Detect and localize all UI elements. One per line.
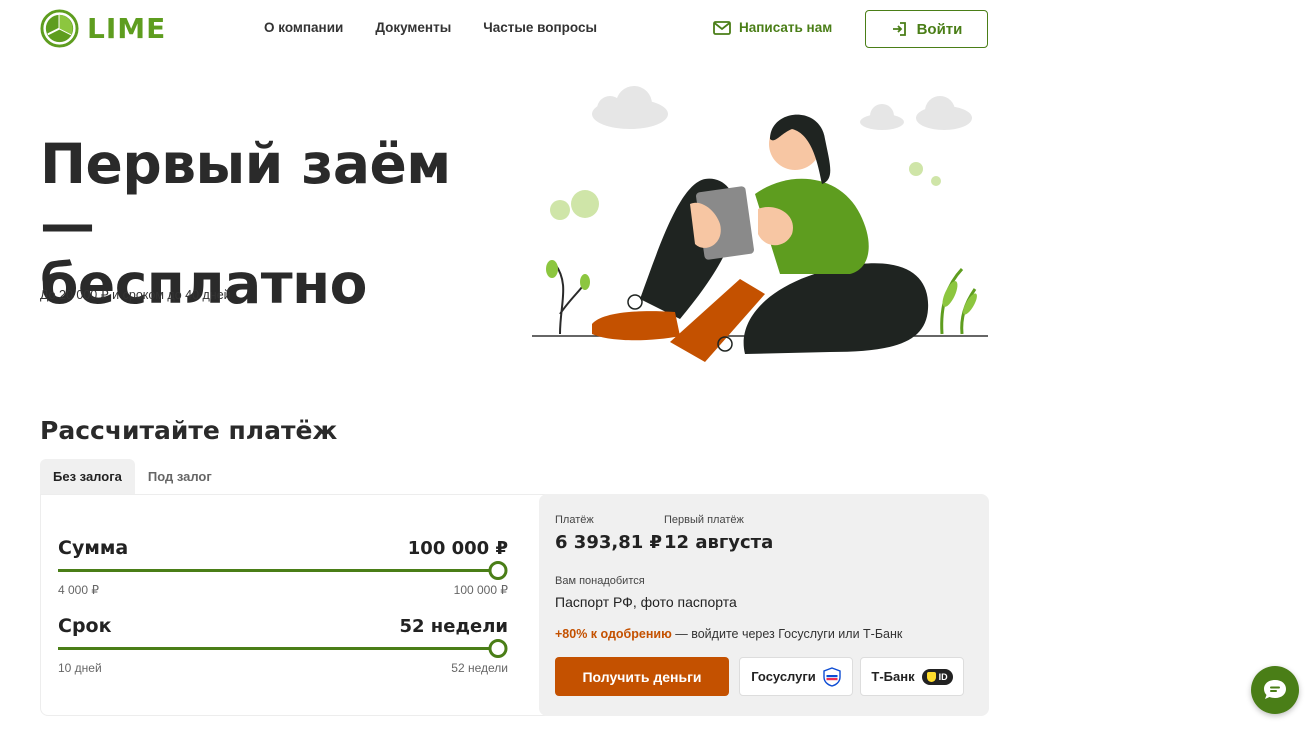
payment-value: 6 393,81 ₽ [555, 532, 663, 553]
mail-icon [713, 20, 731, 35]
amount-slider: Сумма 100 000 ₽ 4 000 ₽ 100 000 ₽ [58, 537, 508, 597]
login-arrow-icon [892, 22, 906, 36]
tbank-id-icon: ID [921, 668, 953, 685]
gosuslugi-label: Госуслуги [751, 669, 816, 684]
term-slider: Срок 52 недели 10 дней 52 недели [58, 615, 508, 675]
need-label: Вам понадобится [555, 575, 645, 587]
term-min: 10 дней [58, 661, 102, 675]
tbank-shield-icon [926, 671, 936, 682]
amount-max: 100 000 ₽ [453, 583, 508, 597]
approval-hint: +80% к одобрению — войдите через Госуслу… [555, 627, 902, 641]
gosuslugi-icon [823, 666, 841, 687]
lime-logo-icon [40, 9, 79, 48]
term-value: 52 недели [399, 616, 508, 637]
nav-faq[interactable]: Частые вопросы [483, 20, 597, 35]
chat-button[interactable] [1251, 666, 1299, 714]
first-payment-label: Первый платёж [664, 514, 744, 526]
tbank-id-label: ID [938, 671, 948, 682]
logo-text: LIME [87, 12, 167, 45]
term-track[interactable] [58, 639, 508, 658]
payment-stat: Платёж 6 393,81 ₽ [555, 514, 662, 553]
get-money-button[interactable]: Получить деньги [555, 657, 729, 696]
term-label: Срок [58, 615, 112, 637]
hero-title-line2: бесплатно [40, 252, 367, 316]
amount-track[interactable] [58, 561, 508, 580]
calculator-sliders: Сумма 100 000 ₽ 4 000 ₽ 100 000 ₽ Срок 5… [58, 495, 508, 715]
calculator-summary: Платёж 6 393,81 ₽ Первый платёж 12 авгус… [539, 494, 989, 716]
tab-no-collateral[interactable]: Без залога [40, 459, 135, 494]
gosuslugi-button[interactable]: Госуслуги [739, 657, 853, 696]
calculator-card: Сумма 100 000 ₽ 4 000 ₽ 100 000 ₽ Срок 5… [40, 494, 989, 716]
calculator-title: Рассчитайте платёж [40, 416, 338, 445]
hero-subtitle: До 20 000 ₽ и сроком до 40 дней [40, 288, 231, 302]
need-value: Паспорт РФ, фото паспорта [555, 594, 737, 610]
login-label: Войти [916, 20, 963, 38]
nav-about[interactable]: О компании [264, 20, 343, 35]
amount-min: 4 000 ₽ [58, 583, 99, 597]
hero-title-line1: Первый заём — [40, 132, 451, 256]
tab-with-collateral[interactable]: Под залог [135, 459, 225, 494]
first-payment-value: 12 августа [664, 532, 774, 553]
tbank-button[interactable]: Т-Банк ID [860, 657, 964, 696]
chat-icon [1264, 680, 1286, 699]
term-thumb[interactable] [488, 639, 508, 658]
payment-label: Платёж [555, 514, 594, 526]
hero-illustration [532, 86, 988, 362]
calculator-tabs: Без залога Под залог [40, 459, 225, 494]
write-us-label: Написать нам [739, 20, 833, 35]
term-max: 52 недели [451, 661, 508, 675]
main-nav: О компании Документы Частые вопросы [264, 20, 597, 35]
login-button[interactable]: Войти [865, 10, 988, 48]
amount-thumb[interactable] [488, 561, 508, 580]
first-payment-stat: Первый платёж 12 августа [664, 514, 773, 553]
logo[interactable]: LIME [40, 9, 166, 48]
approval-accent: +80% к одобрению [555, 627, 672, 641]
approval-rest: — войдите через Госуслуги или Т-Банк [671, 627, 903, 641]
amount-value: 100 000 ₽ [407, 538, 508, 559]
tbank-label: Т-Банк [871, 669, 915, 684]
amount-label: Сумма [58, 537, 129, 559]
write-us-link[interactable]: Написать нам [713, 20, 832, 35]
nav-documents[interactable]: Документы [375, 20, 451, 35]
